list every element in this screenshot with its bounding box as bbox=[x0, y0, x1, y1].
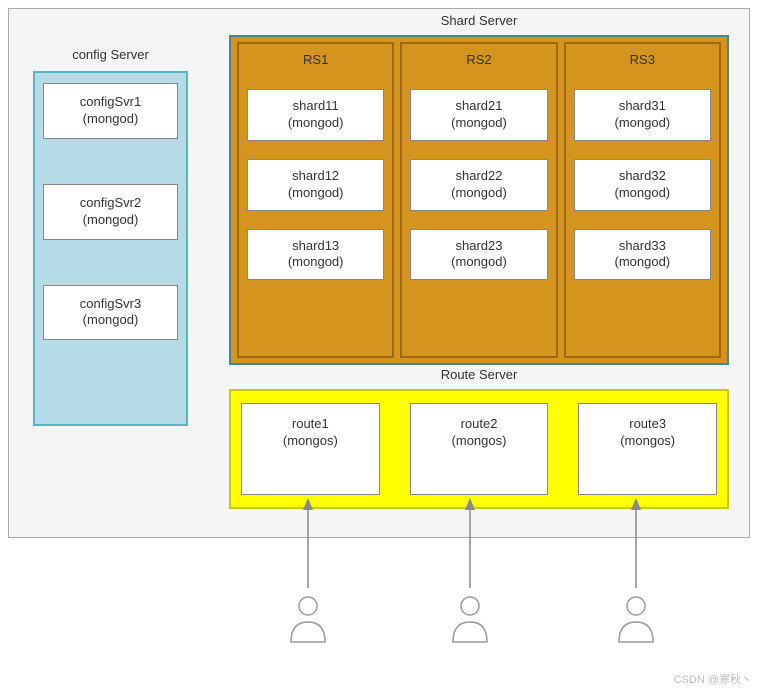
node-name: shard11 bbox=[250, 98, 381, 115]
node-proc: (mongod) bbox=[413, 254, 544, 271]
user-icon bbox=[288, 594, 328, 644]
replica-set: RS3 shard31 (mongod) shard32 (mongod) sh… bbox=[564, 42, 721, 358]
node-proc: (mongod) bbox=[577, 185, 708, 202]
node-proc: (mongod) bbox=[48, 312, 173, 329]
rs-label: RS2 bbox=[410, 50, 547, 71]
node-name: route2 bbox=[415, 416, 544, 433]
shard-node: shard22 (mongod) bbox=[410, 159, 547, 211]
replica-set: RS1 shard11 (mongod) shard12 (mongod) sh… bbox=[237, 42, 394, 358]
node-proc: (mongod) bbox=[250, 185, 381, 202]
node-proc: (mongod) bbox=[250, 115, 381, 132]
shard-node: shard21 (mongod) bbox=[410, 89, 547, 141]
route-node: route1 (mongos) bbox=[241, 403, 380, 495]
node-proc: (mongos) bbox=[246, 433, 375, 450]
shard-node: shard33 (mongod) bbox=[574, 229, 711, 281]
shard-node: shard32 (mongod) bbox=[574, 159, 711, 211]
node-name: shard32 bbox=[577, 168, 708, 185]
node-proc: (mongod) bbox=[577, 254, 708, 271]
arrow-icon bbox=[302, 498, 314, 588]
node-proc: (mongod) bbox=[413, 115, 544, 132]
node-name: shard31 bbox=[577, 98, 708, 115]
node-name: route1 bbox=[246, 416, 375, 433]
shard-server-title: Shard Server bbox=[229, 13, 729, 28]
architecture-container: config Server configSvr1 (mongod) config… bbox=[8, 8, 750, 538]
node-name: shard33 bbox=[577, 238, 708, 255]
watermark-text: CSDN @寒秋丶 bbox=[674, 671, 752, 687]
node-proc: (mongod) bbox=[250, 254, 381, 271]
route-server-group: route1 (mongos) route2 (mongos) route3 (… bbox=[229, 389, 729, 509]
node-proc: (mongod) bbox=[48, 111, 173, 128]
node-name: shard13 bbox=[250, 238, 381, 255]
node-proc: (mongos) bbox=[583, 433, 712, 450]
config-node: configSvr2 (mongod) bbox=[43, 184, 178, 240]
node-name: configSvr1 bbox=[48, 94, 173, 111]
shard-node: shard23 (mongod) bbox=[410, 229, 547, 281]
node-proc: (mongod) bbox=[48, 212, 173, 229]
rs-label: RS1 bbox=[247, 50, 384, 71]
route-server-title: Route Server bbox=[229, 367, 729, 382]
config-node: configSvr3 (mongod) bbox=[43, 285, 178, 341]
node-name: configSvr3 bbox=[48, 296, 173, 313]
node-name: shard21 bbox=[413, 98, 544, 115]
config-server-group: configSvr1 (mongod) configSvr2 (mongod) … bbox=[33, 71, 188, 426]
shard-node: shard12 (mongod) bbox=[247, 159, 384, 211]
shard-node: shard31 (mongod) bbox=[574, 89, 711, 141]
node-name: configSvr2 bbox=[48, 195, 173, 212]
shard-node: shard11 (mongod) bbox=[247, 89, 384, 141]
node-name: route3 bbox=[583, 416, 712, 433]
config-node: configSvr1 (mongod) bbox=[43, 83, 178, 139]
arrow-icon bbox=[464, 498, 476, 588]
node-name: shard23 bbox=[413, 238, 544, 255]
node-proc: (mongos) bbox=[415, 433, 544, 450]
user-icon bbox=[616, 594, 656, 644]
node-name: shard12 bbox=[250, 168, 381, 185]
shard-node: shard13 (mongod) bbox=[247, 229, 384, 281]
arrow-icon bbox=[630, 498, 642, 588]
config-server-title: config Server bbox=[33, 47, 188, 62]
route-node: route2 (mongos) bbox=[410, 403, 549, 495]
node-proc: (mongod) bbox=[413, 185, 544, 202]
user-icon bbox=[450, 594, 490, 644]
node-name: shard22 bbox=[413, 168, 544, 185]
node-proc: (mongod) bbox=[577, 115, 708, 132]
rs-label: RS3 bbox=[574, 50, 711, 71]
shard-server-group: RS1 shard11 (mongod) shard12 (mongod) sh… bbox=[229, 35, 729, 365]
route-node: route3 (mongos) bbox=[578, 403, 717, 495]
replica-set: RS2 shard21 (mongod) shard22 (mongod) sh… bbox=[400, 42, 557, 358]
